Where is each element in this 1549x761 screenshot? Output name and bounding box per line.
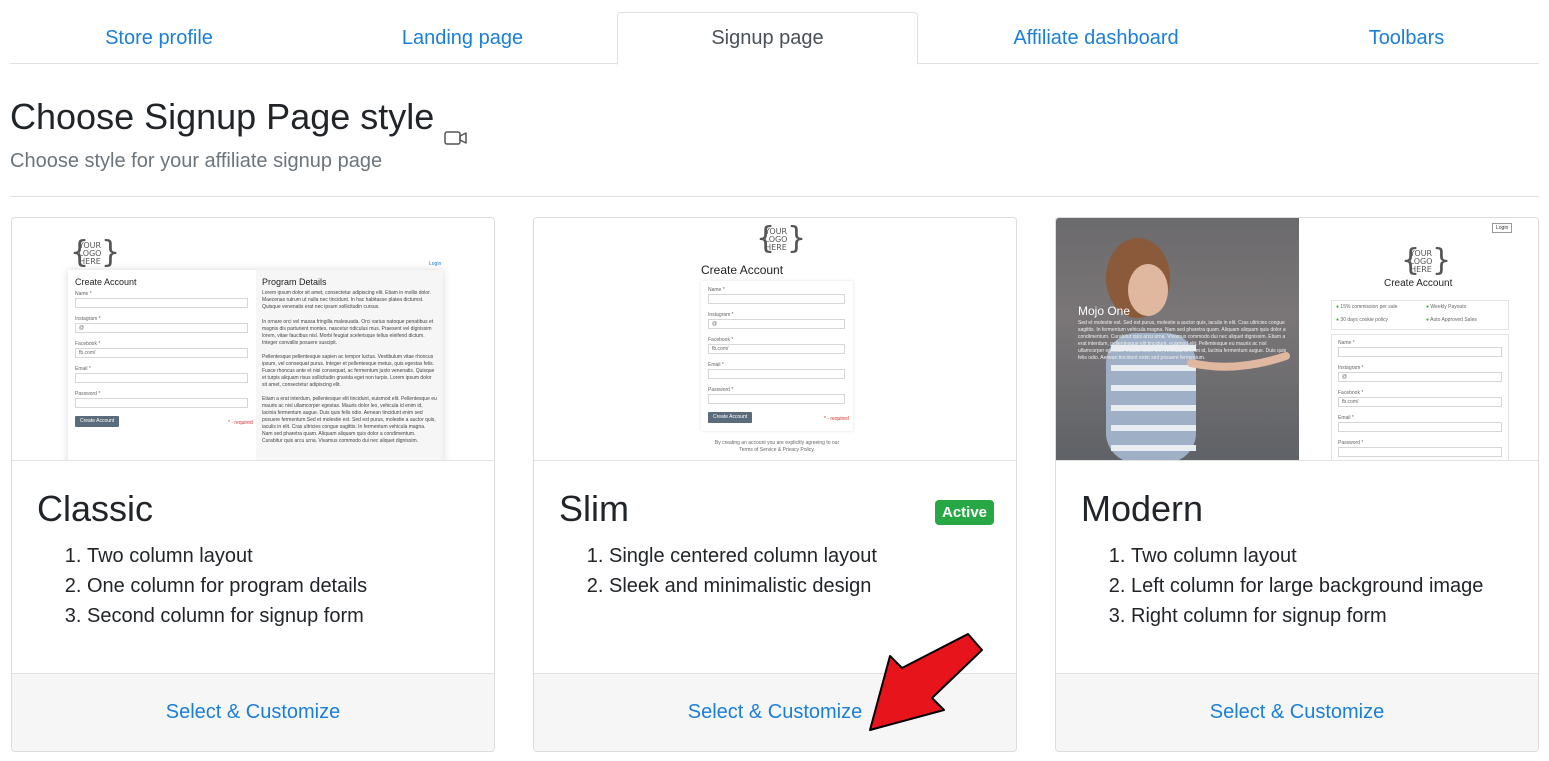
field-label: Name * — [75, 291, 92, 297]
field-prefix: fb.com/ — [712, 346, 729, 352]
list-item: Two column layout — [87, 541, 367, 571]
list-item: Single centered column layout — [609, 541, 877, 571]
field-input — [1338, 447, 1502, 457]
page-title-text: Choose Signup Page style — [10, 96, 435, 137]
list-item: Two column layout — [1131, 541, 1483, 571]
red-arrow-annotation — [869, 633, 983, 731]
create-account-button: Create Account — [75, 416, 120, 427]
details-paragraph: Etiam a erat interdum, pellentesque elit… — [262, 396, 437, 444]
feature-list: Two column layout One column for program… — [67, 541, 367, 631]
field-prefix: @ — [79, 325, 85, 331]
style-card-modern: Mojo One Sed et molestie est. Sed est pu… — [1055, 217, 1539, 752]
perk-item: ● Auto Approved Sales — [1426, 317, 1477, 323]
slim-preview-image[interactable]: { YOUR LOGO HERE } Create Account Name * I… — [534, 218, 1016, 461]
tab-store-profile[interactable]: Store profile — [10, 12, 308, 64]
field-input — [1338, 422, 1502, 432]
card-footer: Select & Customize — [12, 673, 494, 751]
page-subtitle: Choose style for your affiliate signup p… — [10, 150, 383, 172]
field-label: Instagram * — [708, 312, 734, 318]
hero-paragraph: Sed et molestie est. Sed est purus, mole… — [1078, 320, 1287, 361]
tab-toolbars[interactable]: Toolbars — [1274, 12, 1539, 64]
card-title: Classic — [37, 488, 154, 529]
page-title: Choose Signup Page style — [10, 96, 468, 145]
select-customize-button[interactable]: Select & Customize — [688, 701, 863, 724]
form-title: Create Account — [701, 263, 784, 277]
list-item: Sleek and minimalistic design — [609, 571, 877, 601]
logo-placeholder: { YOUR LOGO HERE } — [756, 221, 807, 256]
list-item: Left column for large background image — [1131, 571, 1483, 601]
style-card-classic: { YOUR LOGO HERE } Login Create Account Na… — [11, 217, 495, 752]
field-prefix: fb.com/ — [1342, 399, 1359, 405]
terms-note: By creating an account you are explicitl… — [714, 440, 840, 453]
select-customize-button[interactable]: Select & Customize — [1210, 701, 1385, 724]
list-item: Second column for signup form — [87, 601, 367, 631]
field-label: Instagram * — [75, 316, 101, 322]
perk-item: ● Weekly Payouts — [1426, 304, 1467, 310]
field-label: Instagram * — [1338, 365, 1364, 371]
field-label: Name * — [1338, 340, 1355, 346]
form-title: Create Account — [1384, 278, 1453, 289]
field-input — [75, 323, 248, 333]
details-paragraph: In ornare orci vel massa fringilla males… — [262, 319, 434, 346]
feature-list: Single centered column layout Sleek and … — [589, 541, 877, 601]
field-label: Email * — [75, 366, 91, 372]
field-label: Email * — [708, 362, 724, 368]
field-prefix: fb.com/ — [79, 350, 96, 356]
field-prefix: @ — [1342, 374, 1348, 380]
tab-signup-page[interactable]: Signup page — [617, 12, 918, 65]
list-item: One column for program details — [87, 571, 367, 601]
divider — [10, 196, 1539, 197]
required-note: * - required — [228, 420, 253, 426]
card-title: Modern — [1081, 488, 1204, 529]
create-account-button: Create Account — [708, 412, 753, 423]
field-label: Name * — [708, 287, 725, 293]
details-title: Program Details — [262, 277, 327, 287]
required-note: * - required — [824, 416, 849, 422]
field-input — [708, 369, 845, 379]
field-input — [708, 394, 845, 404]
field-input — [708, 344, 845, 354]
field-input — [708, 319, 845, 329]
card-title: Slim — [559, 488, 629, 529]
details-paragraph: Pellentesque pellentesque sapien ac temp… — [262, 354, 435, 388]
field-input — [75, 398, 248, 408]
brand-name: Mojo One — [1078, 304, 1131, 318]
tab-affiliate-dashboard[interactable]: Affiliate dashboard — [918, 12, 1274, 64]
details-paragraph: Lorem ipsum dolor sit amet, consectetur … — [262, 290, 431, 310]
field-label: Facebook * — [708, 337, 734, 343]
form-title: Create Account — [75, 277, 137, 287]
field-label: Facebook * — [1338, 390, 1364, 396]
perk-item: ● 15% commission per sale — [1336, 304, 1398, 310]
video-camera-icon[interactable] — [444, 113, 468, 145]
field-prefix: @ — [712, 321, 718, 327]
field-label: Password * — [708, 387, 734, 393]
field-label: Facebook * — [75, 341, 101, 347]
field-label: Password * — [1338, 440, 1364, 446]
tab-landing-page[interactable]: Landing page — [308, 12, 617, 64]
field-label: Password * — [75, 391, 101, 397]
field-input — [1338, 347, 1502, 357]
select-customize-button[interactable]: Select & Customize — [166, 701, 341, 724]
logo-placeholder: { YOUR LOGO HERE } — [70, 235, 121, 270]
modern-preview-image[interactable]: Mojo One Sed et molestie est. Sed est pu… — [1056, 218, 1538, 461]
login-button: Login — [1492, 223, 1513, 233]
field-input — [75, 348, 248, 358]
card-footer: Select & Customize — [1056, 673, 1538, 751]
field-input — [708, 294, 845, 304]
classic-preview-image[interactable]: { YOUR LOGO HERE } Login Create Account Na… — [12, 218, 494, 461]
perk-item: ● 30 days cookie policy — [1336, 317, 1388, 323]
field-input — [1338, 372, 1502, 382]
field-input — [1338, 397, 1502, 407]
login-link: Login — [429, 261, 442, 267]
tab-bar: Store profile Landing page Signup page A… — [10, 12, 1539, 65]
status-badge: Active — [935, 500, 995, 525]
field-input — [75, 298, 248, 308]
logo-placeholder: { YOUR LOGO HERE } — [1401, 243, 1452, 278]
feature-list: Two column layout Left column for large … — [1111, 541, 1483, 631]
list-item: Right column for signup form — [1131, 601, 1483, 631]
field-label: Email * — [1338, 415, 1354, 421]
field-input — [75, 373, 248, 383]
